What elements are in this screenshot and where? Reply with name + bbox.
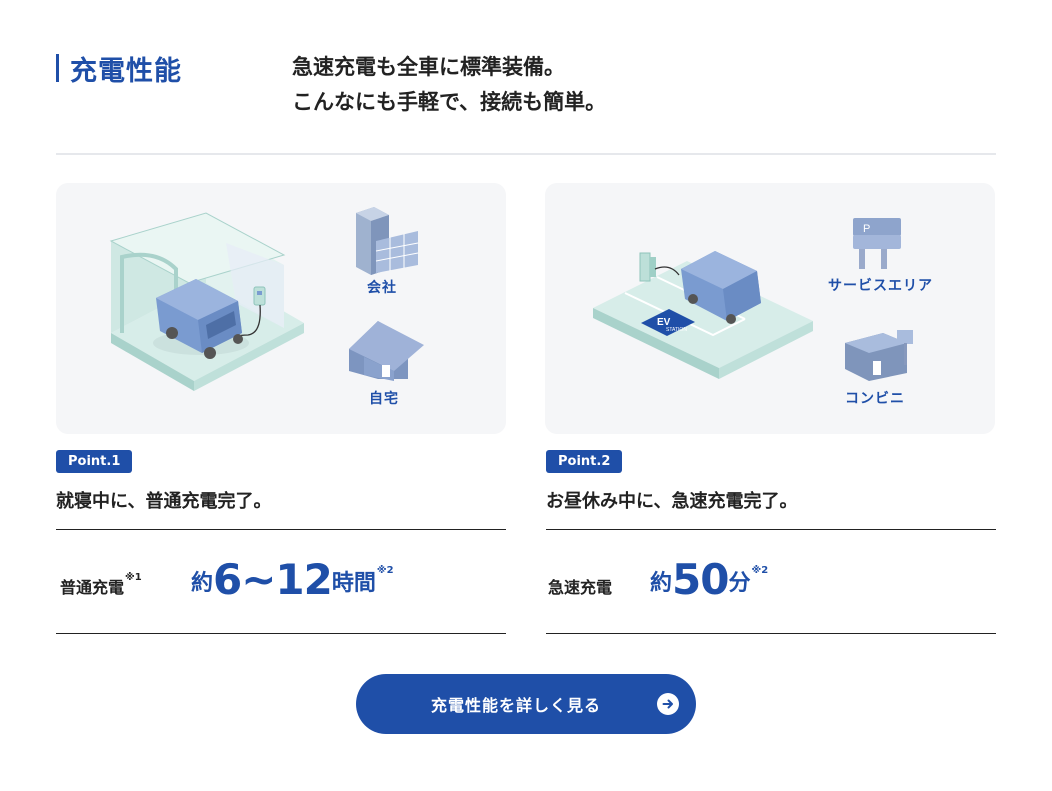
lead-line-1: 急速充電も全車に標準装備。 bbox=[292, 55, 565, 79]
parking-sign-text: P bbox=[863, 223, 870, 235]
home-car-wheel bbox=[233, 334, 243, 344]
point-description-1: 就寝中に、普通充電完了。 bbox=[56, 491, 272, 512]
charge-type-label: 普通充電 bbox=[60, 578, 125, 597]
approx-prefix: 約 bbox=[650, 571, 673, 596]
home-car-wheel bbox=[166, 327, 178, 339]
home-charger-screen bbox=[257, 291, 262, 295]
charge-time-normal: 約 6~12 時間 ※2 bbox=[191, 553, 394, 603]
place-label-office: 会社 bbox=[367, 280, 397, 296]
charge-time-unit: 分 bbox=[728, 571, 751, 596]
house-door bbox=[382, 365, 390, 377]
ev-station-illustration: EV STATION P bbox=[593, 218, 913, 381]
section-title: 充電性能 bbox=[56, 52, 182, 87]
section-divider bbox=[56, 153, 996, 155]
place-label-convenience-store: コンビニ bbox=[845, 391, 905, 407]
charge-time-number: 6~12 bbox=[213, 555, 333, 604]
lead-line-2: こんなにも手軽で、接続も簡単。 bbox=[292, 90, 607, 114]
service-area-sign-icon bbox=[853, 218, 901, 236]
charge-type-normal: 普通充電※1 bbox=[60, 572, 142, 598]
station-car-wheel bbox=[726, 314, 736, 324]
convenience-store-sign bbox=[897, 330, 913, 344]
charge-type-quick: 急速充電 bbox=[548, 574, 612, 598]
service-area-sign-lower bbox=[853, 235, 901, 249]
spec-rule-top bbox=[546, 529, 996, 530]
footnote-mark: ※2 bbox=[751, 565, 769, 576]
quick-charger-side bbox=[650, 257, 656, 277]
station-car-wheel bbox=[688, 294, 698, 304]
quick-charge-illustration-card: EV STATION P サービスエリア コンビニ bbox=[545, 183, 995, 434]
spec-rule-bottom bbox=[56, 633, 506, 634]
convenience-store-door bbox=[873, 361, 881, 375]
section-heading: 充電性能 bbox=[70, 55, 182, 87]
point-badge-2: Point.2 bbox=[546, 450, 623, 473]
charge-time-number: 50 bbox=[672, 555, 729, 604]
place-label-service-area: サービスエリア bbox=[828, 278, 933, 294]
title-accent-bar bbox=[56, 54, 59, 82]
home-charger bbox=[253, 286, 266, 306]
charge-time-unit: 時間 bbox=[331, 571, 376, 596]
point-description-2: お昼休み中に、急速充電完了。 bbox=[546, 491, 798, 512]
convenience-store-sign-pole bbox=[904, 343, 907, 365]
normal-charge-illustration-card: 会社 自宅 bbox=[56, 183, 506, 434]
cta-label: 充電性能を詳しく見る bbox=[430, 696, 601, 715]
arrow-right-icon bbox=[657, 693, 679, 715]
point-badge-1: Point.1 bbox=[56, 450, 133, 473]
quick-charger bbox=[639, 252, 651, 282]
place-label-home: 自宅 bbox=[369, 391, 399, 407]
spec-rule-bottom bbox=[546, 633, 996, 634]
ev-station-text: STATION bbox=[666, 327, 687, 333]
charging-details-button[interactable]: 充電性能を詳しく見る bbox=[356, 674, 696, 734]
home-garage-illustration bbox=[109, 207, 424, 391]
charge-type-label: 急速充電 bbox=[548, 578, 613, 597]
charge-time-quick: 約 50 分 ※2 bbox=[650, 553, 768, 603]
spec-rule-top bbox=[56, 529, 506, 530]
footnote-mark: ※2 bbox=[376, 565, 394, 576]
lead-text: 急速充電も全車に標準装備。 こんなにも手軽で、接続も簡単。 bbox=[292, 50, 606, 120]
approx-prefix: 約 bbox=[191, 571, 214, 596]
footnote-mark: ※1 bbox=[125, 572, 142, 583]
home-car-wheel bbox=[204, 347, 216, 359]
